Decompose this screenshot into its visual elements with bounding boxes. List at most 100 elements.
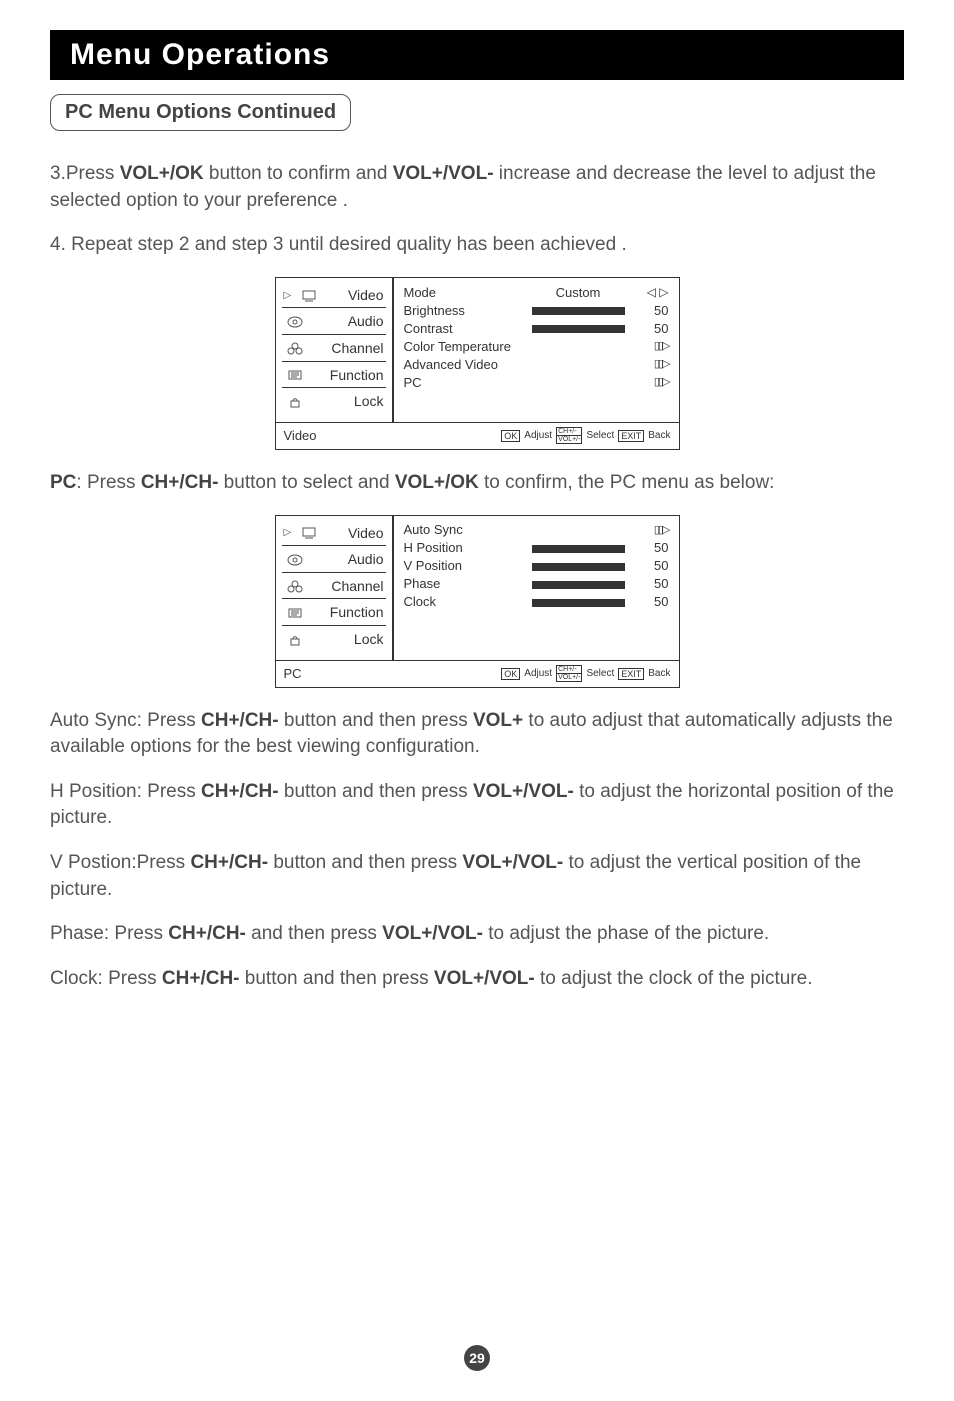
phase-label: Phase (404, 575, 524, 593)
autosync-mid: button and then press (279, 710, 473, 731)
function-icon (284, 367, 306, 383)
colortemp-arrow-icon: ▯▯▷ (633, 339, 669, 354)
step3-b1: VOL+/OK (120, 163, 204, 184)
osd-tab-channel[interactable]: Channel (282, 335, 386, 362)
mode-arrows-icon: ◁ ▷ (633, 284, 669, 301)
pc-label: PC (404, 374, 625, 392)
step3-pre: 3.Press (50, 163, 120, 184)
osd2-tab-lock[interactable]: Lock (282, 626, 386, 652)
tab-audio-label: Audio (312, 550, 384, 570)
hpos-mid: button and then press (279, 781, 473, 802)
pc-intro-pre: PC (50, 472, 76, 493)
vpos-label: V Position (404, 557, 524, 575)
tab-lock-label: Lock (312, 630, 384, 650)
phase-value: 50 (633, 575, 669, 593)
footer-exit-key: EXIT (618, 668, 644, 680)
advvideo-label: Advanced Video (404, 356, 625, 374)
osd-tab-lock[interactable]: Lock (282, 388, 386, 414)
osd-row-advvideo[interactable]: Advanced Video ▯▯▷ (404, 356, 669, 374)
osd2-row-hpos[interactable]: H Position 50 (404, 540, 669, 558)
osd-tab-audio[interactable]: Audio (282, 308, 386, 335)
hpos-b2: VOL+/VOL- (473, 781, 574, 802)
colortemp-label: Color Temperature (404, 338, 625, 356)
pc-arrow-icon: ▯▯▷ (633, 375, 669, 390)
step-4: 4. Repeat step 2 and step 3 until desire… (50, 232, 904, 259)
osd-tabs: ▷ Video Audio (276, 278, 394, 422)
osd2-row-vpos[interactable]: V Position 50 (404, 558, 669, 576)
channel-icon (284, 341, 306, 357)
clock-bar (532, 599, 625, 607)
hpos-pre: H Position: Press (50, 781, 201, 802)
tab-lock-label: Lock (312, 392, 384, 412)
footer-adjust: Adjust (524, 667, 552, 681)
clock-desc: Clock: Press CH+/CH- button and then pre… (50, 966, 904, 993)
tab-video-label: Video (327, 524, 383, 544)
footer-ok-key: OK (501, 668, 520, 680)
osd2-row-phase[interactable]: Phase 50 (404, 576, 669, 594)
vpos-pre: V Postion:Press (50, 852, 190, 873)
phase-mid: and then press (246, 923, 382, 944)
clock-label: Clock (404, 593, 524, 611)
autosync-b2: VOL+ (473, 710, 523, 731)
pc-intro-mid1: : Press (76, 472, 140, 493)
contrast-bar (532, 325, 625, 333)
tab-function-label: Function (312, 603, 384, 623)
tab-channel-label: Channel (312, 577, 384, 597)
footer-back: Back (648, 667, 670, 681)
osd2-tab-audio[interactable]: Audio (282, 546, 386, 573)
osd-footer: Video OK Adjust CH+/-VOL+/- Select EXIT … (276, 422, 679, 449)
osd2-tab-function[interactable]: Function (282, 599, 386, 626)
page-title: Menu Operations (50, 30, 904, 80)
osd-row-pc[interactable]: PC ▯▯▷ (404, 374, 669, 392)
tab-function-label: Function (312, 366, 384, 386)
tab-channel-label: Channel (312, 339, 384, 359)
footer-adjust: Adjust (524, 429, 552, 443)
hpos-desc: H Position: Press CH+/CH- button and the… (50, 779, 904, 832)
osd-row-mode[interactable]: Mode Custom ◁ ▷ (404, 284, 669, 302)
osd2-tab-channel[interactable]: Channel (282, 573, 386, 600)
pc-intro-b1: CH+/CH- (141, 472, 219, 493)
footer-ok-key: OK (501, 430, 520, 442)
lock-icon (284, 394, 306, 410)
brightness-value: 50 (633, 302, 669, 320)
hpos-value: 50 (633, 539, 669, 557)
step3-b2: VOL+/VOL- (393, 163, 494, 184)
phase-desc: Phase: Press CH+/CH- and then press VOL+… (50, 921, 904, 948)
phase-pre: Phase: Press (50, 923, 168, 944)
advvideo-arrow-icon: ▯▯▷ (633, 357, 669, 372)
pc-intro-post: to confirm, the PC menu as below: (479, 472, 775, 493)
osd2-row-clock[interactable]: Clock 50 (404, 594, 669, 612)
phase-post: to adjust the phase of the picture. (483, 923, 769, 944)
clock-b2: VOL+/VOL- (434, 968, 535, 989)
brightness-bar (532, 307, 625, 315)
vpos-desc: V Postion:Press CH+/CH- button and then … (50, 850, 904, 903)
page-subtitle: PC Menu Options Continued (50, 94, 351, 131)
footer-chvol-key: CH+/-VOL+/- (556, 427, 582, 444)
osd-video: ▷ Video Audio (275, 277, 680, 450)
footer-exit-key: EXIT (618, 430, 644, 442)
phase-b1: CH+/CH- (168, 923, 246, 944)
tab-video-label: Video (327, 286, 383, 306)
audio-icon (284, 552, 306, 568)
hpos-bar (532, 545, 625, 553)
osd-row-colortemp[interactable]: Color Temperature ▯▯▷ (404, 338, 669, 356)
channel-icon (284, 579, 306, 595)
osd2-row-autosync[interactable]: Auto Sync ▯▯▷ (404, 522, 669, 540)
hpos-b1: CH+/CH- (201, 781, 279, 802)
osd-row-contrast[interactable]: Contrast 50 (404, 320, 669, 338)
osd-row-brightness[interactable]: Brightness 50 (404, 302, 669, 320)
osd-tab-video[interactable]: ▷ Video (282, 282, 386, 309)
video-icon (299, 525, 321, 541)
osd2-footer-context: PC (284, 665, 502, 683)
vpos-bar (532, 563, 625, 571)
footer-chvol-key: CH+/-VOL+/- (556, 665, 582, 682)
pc-intro-b2: VOL+/OK (395, 472, 479, 493)
osd-tab-function[interactable]: Function (282, 362, 386, 389)
footer-select: Select (586, 667, 614, 681)
osd2-tabs: ▷ Video Audio (276, 516, 394, 660)
function-icon (284, 605, 306, 621)
caret-icon: ▷ (284, 526, 292, 540)
osd2-tab-video[interactable]: ▷ Video (282, 520, 386, 547)
mode-label: Mode (404, 284, 524, 302)
pc-intro: PC: Press CH+/CH- button to select and V… (50, 470, 904, 497)
